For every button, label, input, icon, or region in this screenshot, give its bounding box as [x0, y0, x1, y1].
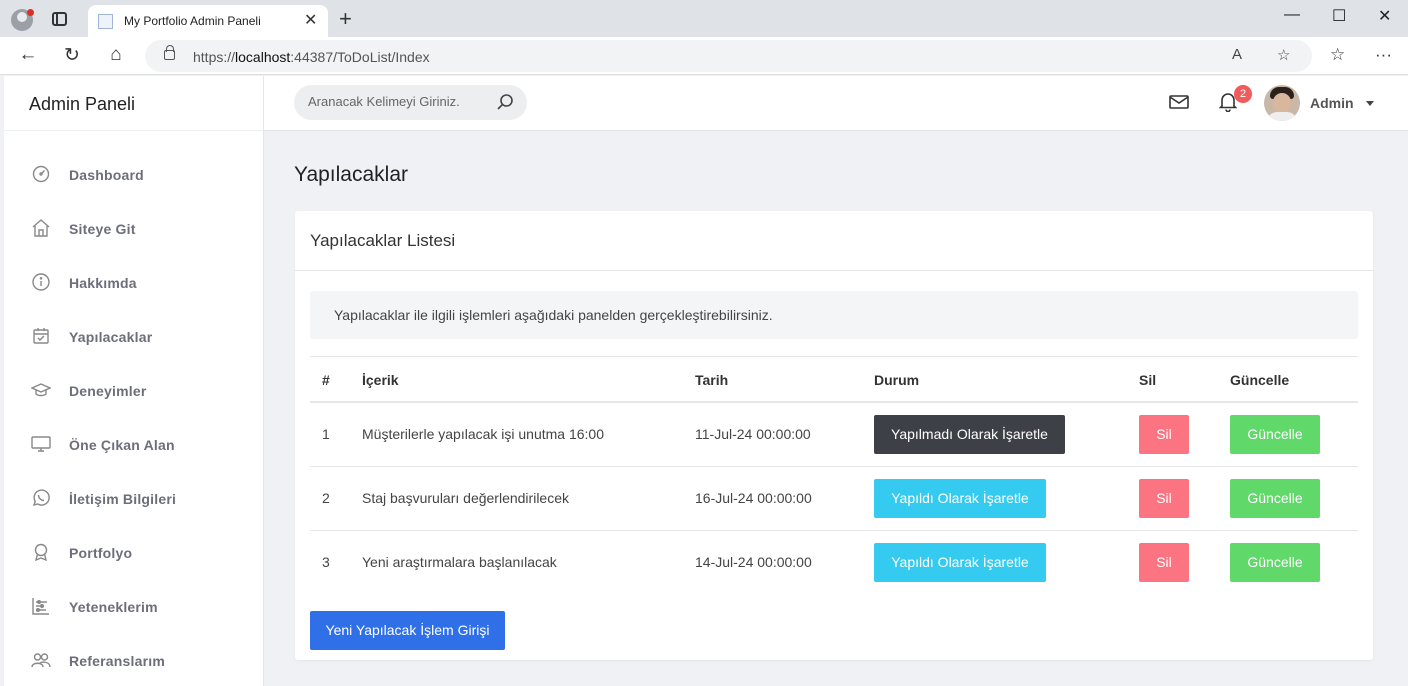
row-id: 2	[322, 490, 330, 506]
row-date: 11-Jul-24 00:00:00	[695, 426, 811, 442]
sidebar-item-dashboard[interactable]: Dashboard	[4, 154, 264, 194]
dashboard-icon	[32, 165, 50, 183]
calendar-check-icon	[33, 328, 49, 344]
page-favicon-icon	[98, 14, 113, 29]
row-content: Staj başvuruları değerlendirilecek	[362, 490, 569, 506]
tab-title: My Portfolio Admin Paneli	[124, 14, 261, 28]
new-todo-button[interactable]: Yeni Yapılacak İşlem Girişi	[310, 611, 505, 650]
column-header: Güncelle	[1230, 372, 1290, 388]
notification-badge: 2	[1234, 85, 1252, 103]
topbar: 2 Admin	[264, 76, 1408, 131]
delete-button[interactable]: Sil	[1139, 479, 1189, 518]
sidebar-item-yapilacaklar[interactable]: Yapılacaklar	[4, 316, 264, 356]
brand-title: Admin Paneli	[4, 76, 263, 131]
search-input[interactable]	[308, 94, 483, 109]
tab-close-icon[interactable]: ✕	[304, 10, 317, 30]
sidebar-item-siteye-git[interactable]: Siteye Git	[4, 208, 264, 248]
delete-button[interactable]: Sil	[1139, 415, 1189, 454]
sidebar-item-label: Hakkımda	[69, 275, 137, 291]
update-button[interactable]: Güncelle	[1230, 415, 1320, 454]
row-date: 14-Jul-24 00:00:00	[695, 554, 812, 570]
sidebar: Admin Paneli Dashboard Siteye Git Hakkım…	[4, 76, 264, 686]
table-row: 2 Staj başvuruları değerlendirilecek 16-…	[310, 467, 1358, 531]
row-id: 1	[322, 426, 330, 442]
sidebar-item-label: Yapılacaklar	[69, 329, 153, 345]
mark-done-button[interactable]: Yapıldı Olarak İşaretle	[874, 543, 1046, 582]
chevron-down-icon[interactable]	[1366, 101, 1374, 106]
home-icon	[32, 219, 50, 237]
update-button[interactable]: Güncelle	[1230, 479, 1320, 518]
profile-notification-dot	[27, 9, 34, 16]
lock-icon	[164, 45, 175, 60]
update-button[interactable]: Güncelle	[1230, 543, 1320, 582]
sidebar-item-label: Siteye Git	[69, 221, 136, 237]
info-alert: Yapılacaklar ile ilgili işlemleri aşağıd…	[310, 291, 1358, 339]
column-header: İçerik	[362, 372, 399, 388]
award-icon	[34, 543, 48, 562]
table-header: # İçerik Tarih Durum Sil Güncelle	[310, 356, 1358, 403]
minimize-icon[interactable]: —	[1284, 6, 1300, 24]
url-field[interactable]: https://localhost:44387/ToDoList/Index A…	[145, 40, 1312, 72]
sidebar-item-iletisim-bilgileri[interactable]: İletişim Bilgileri	[4, 478, 264, 518]
card-title: Yapılacaklar Listesi	[295, 211, 1373, 271]
browser-tab[interactable]: My Portfolio Admin Paneli ✕	[88, 5, 328, 37]
sidebar-item-deneyimler[interactable]: Deneyimler	[4, 370, 264, 410]
page-title: Yapılacaklar	[294, 163, 409, 186]
more-menu-icon[interactable]: ···	[1375, 45, 1392, 65]
maximize-icon[interactable]: ☐	[1332, 6, 1346, 26]
sidebar-item-label: Yeteneklerim	[69, 599, 158, 615]
column-header: Tarih	[695, 372, 729, 388]
sidebar-item-label: Referanslarım	[69, 653, 165, 669]
sidebar-item-label: Portfolyo	[69, 545, 133, 561]
sidebar-item-label: İletişim Bilgileri	[69, 491, 177, 507]
home-icon[interactable]: ⌂	[104, 44, 128, 66]
favorites-list-icon[interactable]: ☆	[1330, 45, 1345, 65]
sidebar-item-label: Öne Çıkan Alan	[69, 437, 175, 453]
info-icon	[32, 273, 50, 291]
mark-undone-button[interactable]: Yapılmadı Olarak İşaretle	[874, 415, 1065, 454]
tab-actions-icon[interactable]	[52, 12, 67, 26]
browser-tab-bar: My Portfolio Admin Paneli ✕ + — ☐ ✕	[0, 0, 1408, 37]
column-header: Durum	[874, 372, 920, 388]
mark-done-button[interactable]: Yapıldı Olarak İşaretle	[874, 479, 1046, 518]
read-aloud-icon[interactable]: A	[1232, 46, 1242, 63]
sidebar-item-one-cikan-alan[interactable]: Öne Çıkan Alan	[4, 424, 264, 464]
sidebar-item-yeteneklerim[interactable]: Yeteneklerim	[4, 586, 264, 626]
graduation-cap-icon	[31, 383, 51, 397]
table-row: 3 Yeni araştırmalara başlanılacak 14-Jul…	[310, 531, 1358, 595]
delete-button[interactable]: Sil	[1139, 543, 1189, 582]
mail-icon[interactable]	[1169, 94, 1189, 110]
sidebar-item-hakkimda[interactable]: Hakkımda	[4, 262, 264, 302]
new-tab-icon[interactable]: +	[339, 6, 352, 32]
window-close-icon[interactable]: ✕	[1378, 6, 1391, 26]
column-header: #	[322, 372, 330, 388]
users-icon	[31, 653, 51, 668]
sidebar-item-portfolyo[interactable]: Portfolyo	[4, 532, 264, 572]
sidebar-item-label: Deneyimler	[69, 383, 147, 399]
reload-icon[interactable]: ↻	[60, 44, 84, 67]
back-icon[interactable]: ←	[16, 44, 40, 66]
user-name[interactable]: Admin	[1310, 95, 1354, 111]
whatsapp-icon	[32, 489, 50, 507]
row-id: 3	[322, 554, 330, 570]
favorite-star-icon[interactable]: ☆	[1277, 46, 1290, 64]
search-icon[interactable]	[496, 93, 514, 111]
column-header: Sil	[1139, 372, 1157, 388]
sliders-icon	[32, 598, 49, 615]
browser-address-bar: ← ↻ ⌂ https://localhost:44387/ToDoList/I…	[0, 37, 1408, 75]
monitor-icon	[31, 436, 51, 452]
sidebar-item-label: Dashboard	[69, 167, 144, 183]
url-text: https://localhost:44387/ToDoList/Index	[193, 49, 430, 65]
sidebar-item-referanslarim[interactable]: Referanslarım	[4, 640, 264, 680]
todo-card: Yapılacaklar Listesi Yapılacaklar ile il…	[295, 211, 1373, 660]
row-content: Müşterilerle yapılacak işi unutma 16:00	[362, 426, 605, 442]
row-date: 16-Jul-24 00:00:00	[695, 490, 812, 506]
search-box	[294, 85, 527, 120]
row-content: Yeni araştırmalara başlanılacak	[362, 554, 557, 570]
avatar[interactable]	[1264, 85, 1300, 121]
table-row: 1 Müşterilerle yapılacak işi unutma 16:0…	[310, 403, 1358, 467]
